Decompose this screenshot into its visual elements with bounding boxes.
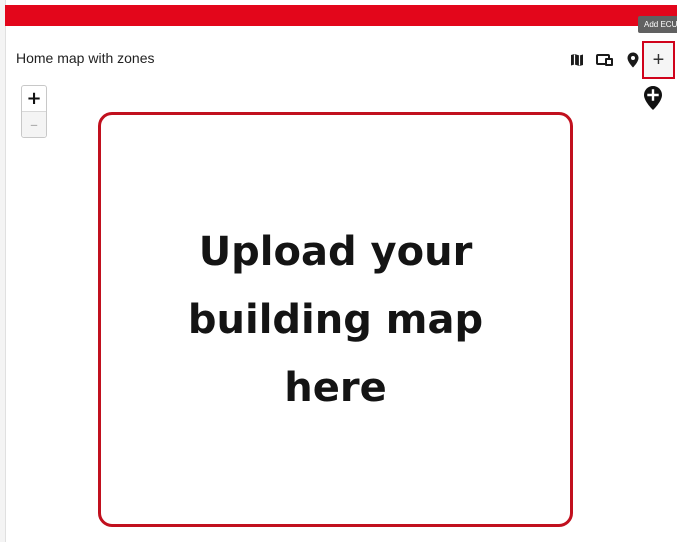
add-ecu-tooltip: Add ECU — [638, 16, 677, 33]
upload-map-text: Upload your building map here — [187, 228, 484, 411]
zoom-out-button[interactable]: – — [22, 112, 46, 137]
location-pin-icon[interactable] — [626, 51, 640, 69]
map-zoom-control: + – — [21, 85, 47, 138]
add-location-pin-icon[interactable] — [643, 85, 663, 111]
upload-map-placeholder[interactable]: Upload your building map here — [98, 112, 573, 527]
app-page: Add ECU Home map with zones + + – Upload… — [0, 0, 677, 542]
add-ecu-button[interactable]: + — [642, 41, 675, 79]
map-icon[interactable] — [569, 51, 585, 69]
left-sidebar-edge — [0, 0, 6, 542]
zoom-in-button[interactable]: + — [22, 86, 46, 112]
devices-icon[interactable] — [596, 51, 614, 69]
card-title: Home map with zones — [16, 50, 155, 66]
top-header-bar — [5, 5, 677, 26]
add-icon: + — [652, 48, 665, 71]
